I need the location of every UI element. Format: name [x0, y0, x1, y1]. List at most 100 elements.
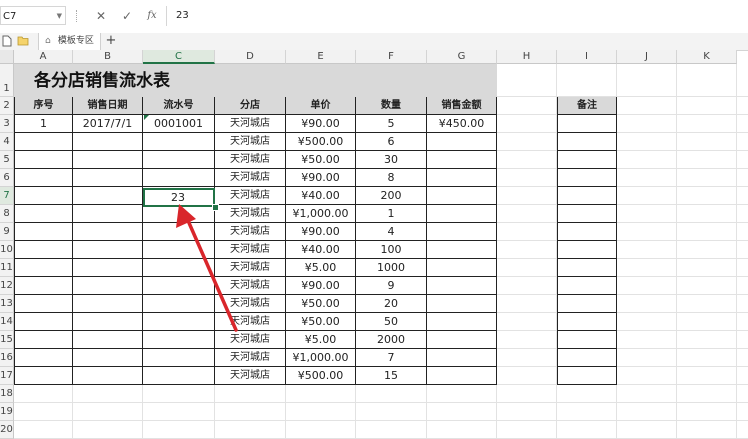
header-price[interactable]: 单价	[286, 97, 356, 115]
cell-remark[interactable]	[557, 115, 617, 133]
cell-price[interactable]: ¥40.00	[286, 241, 356, 259]
cell-amount[interactable]	[427, 205, 497, 223]
cell-store[interactable]: 天河城店	[215, 169, 286, 187]
column-header-h[interactable]: H	[497, 50, 557, 64]
cell-date[interactable]: 2017/7/1	[73, 115, 143, 133]
cell-serial[interactable]	[143, 277, 215, 295]
active-cell-c7[interactable]: 23	[143, 188, 215, 207]
cell-seq[interactable]	[14, 277, 73, 295]
cell-remark[interactable]	[557, 223, 617, 241]
cell-price[interactable]: ¥90.00	[286, 115, 356, 133]
cell-price[interactable]: ¥50.00	[286, 313, 356, 331]
cancel-icon[interactable]: ✕	[92, 7, 110, 25]
row-header-8[interactable]: 8	[0, 205, 14, 223]
cell-store[interactable]: 天河城店	[215, 331, 286, 349]
cell-remark[interactable]	[557, 295, 617, 313]
cell-amount[interactable]	[427, 331, 497, 349]
header-remark[interactable]: 备注	[557, 97, 617, 115]
formula-input[interactable]: 23	[176, 6, 189, 25]
cell-seq[interactable]	[14, 349, 73, 367]
row-header-10[interactable]: 10	[0, 241, 14, 259]
cell-date[interactable]	[73, 151, 143, 169]
cell-remark[interactable]	[557, 349, 617, 367]
cell-price[interactable]: ¥1,000.00	[286, 205, 356, 223]
cell-amount[interactable]: ¥450.00	[427, 115, 497, 133]
cell-price[interactable]: ¥50.00	[286, 151, 356, 169]
cell-serial[interactable]	[143, 295, 215, 313]
cell-seq[interactable]	[14, 367, 73, 385]
header-date[interactable]: 销售日期	[73, 97, 143, 115]
column-header-a[interactable]: A	[14, 50, 73, 64]
column-header-k[interactable]: K	[677, 50, 737, 64]
cell-store[interactable]: 天河城店	[215, 223, 286, 241]
cell-seq[interactable]	[14, 241, 73, 259]
cell-serial[interactable]	[143, 223, 215, 241]
cell-serial[interactable]	[143, 151, 215, 169]
row-header-13[interactable]: 13	[0, 295, 14, 313]
row-header-6[interactable]: 6	[0, 169, 14, 187]
row-header-15[interactable]: 15	[0, 331, 14, 349]
cell-date[interactable]	[73, 331, 143, 349]
cell-price[interactable]: ¥40.00	[286, 187, 356, 205]
cell-price[interactable]: ¥500.00	[286, 133, 356, 151]
column-header-j[interactable]: J	[617, 50, 677, 64]
header-amount[interactable]: 销售金额	[427, 97, 497, 115]
cell-seq[interactable]	[14, 223, 73, 241]
cell-qty[interactable]: 6	[356, 133, 427, 151]
insert-function-icon[interactable]: fx	[143, 7, 161, 25]
cell-date[interactable]	[73, 205, 143, 223]
row-header-12[interactable]: 12	[0, 277, 14, 295]
folder-icon[interactable]	[17, 35, 29, 47]
cell-amount[interactable]	[427, 133, 497, 151]
cell-seq[interactable]	[14, 187, 73, 205]
cell-seq[interactable]	[14, 133, 73, 151]
cell-price[interactable]: ¥90.00	[286, 223, 356, 241]
confirm-icon[interactable]: ✓	[118, 7, 136, 25]
cell-seq[interactable]	[14, 295, 73, 313]
cell-date[interactable]	[73, 277, 143, 295]
cell-store[interactable]: 天河城店	[215, 241, 286, 259]
cell-store[interactable]: 天河城店	[215, 151, 286, 169]
cell-remark[interactable]	[557, 331, 617, 349]
cell-remark[interactable]	[557, 187, 617, 205]
cell-amount[interactable]	[427, 313, 497, 331]
cell-remark[interactable]	[557, 367, 617, 385]
cell-qty[interactable]: 50	[356, 313, 427, 331]
cell-remark[interactable]	[557, 169, 617, 187]
cell-qty[interactable]: 100	[356, 241, 427, 259]
name-box[interactable]: C7 ▼	[0, 6, 66, 25]
cell-amount[interactable]	[427, 367, 497, 385]
cell-price[interactable]: ¥90.00	[286, 169, 356, 187]
row-header-11[interactable]: 11	[0, 259, 14, 277]
cell-seq[interactable]	[14, 169, 73, 187]
cell-serial[interactable]	[143, 349, 215, 367]
cell-qty[interactable]: 4	[356, 223, 427, 241]
cell-amount[interactable]	[427, 187, 497, 205]
row-header-9[interactable]: 9	[0, 223, 14, 241]
cell-qty[interactable]: 20	[356, 295, 427, 313]
select-all-corner[interactable]	[0, 50, 14, 64]
chevron-down-icon[interactable]: ▼	[57, 7, 62, 26]
cell-qty[interactable]: 200	[356, 187, 427, 205]
cell-remark[interactable]	[557, 133, 617, 151]
cell-store[interactable]: 天河城店	[215, 205, 286, 223]
cell-amount[interactable]	[427, 295, 497, 313]
header-serial[interactable]: 流水号	[143, 97, 215, 115]
cell-price[interactable]: ¥5.00	[286, 259, 356, 277]
column-header-f[interactable]: F	[356, 50, 427, 64]
cell-remark[interactable]	[557, 259, 617, 277]
cell-serial[interactable]	[143, 241, 215, 259]
cell-price[interactable]: ¥5.00	[286, 331, 356, 349]
cell-seq[interactable]	[14, 331, 73, 349]
cell-amount[interactable]	[427, 223, 497, 241]
cell-qty[interactable]: 9	[356, 277, 427, 295]
cell-store[interactable]: 天河城店	[215, 187, 286, 205]
cell-price[interactable]: ¥90.00	[286, 277, 356, 295]
header-seq[interactable]: 序号	[14, 97, 73, 115]
column-header-c[interactable]: C	[143, 50, 215, 64]
row-header-1[interactable]: 1	[0, 64, 14, 97]
column-header-d[interactable]: D	[215, 50, 286, 64]
cell-seq[interactable]	[14, 313, 73, 331]
cell-serial[interactable]	[143, 205, 215, 223]
cell-remark[interactable]	[557, 205, 617, 223]
